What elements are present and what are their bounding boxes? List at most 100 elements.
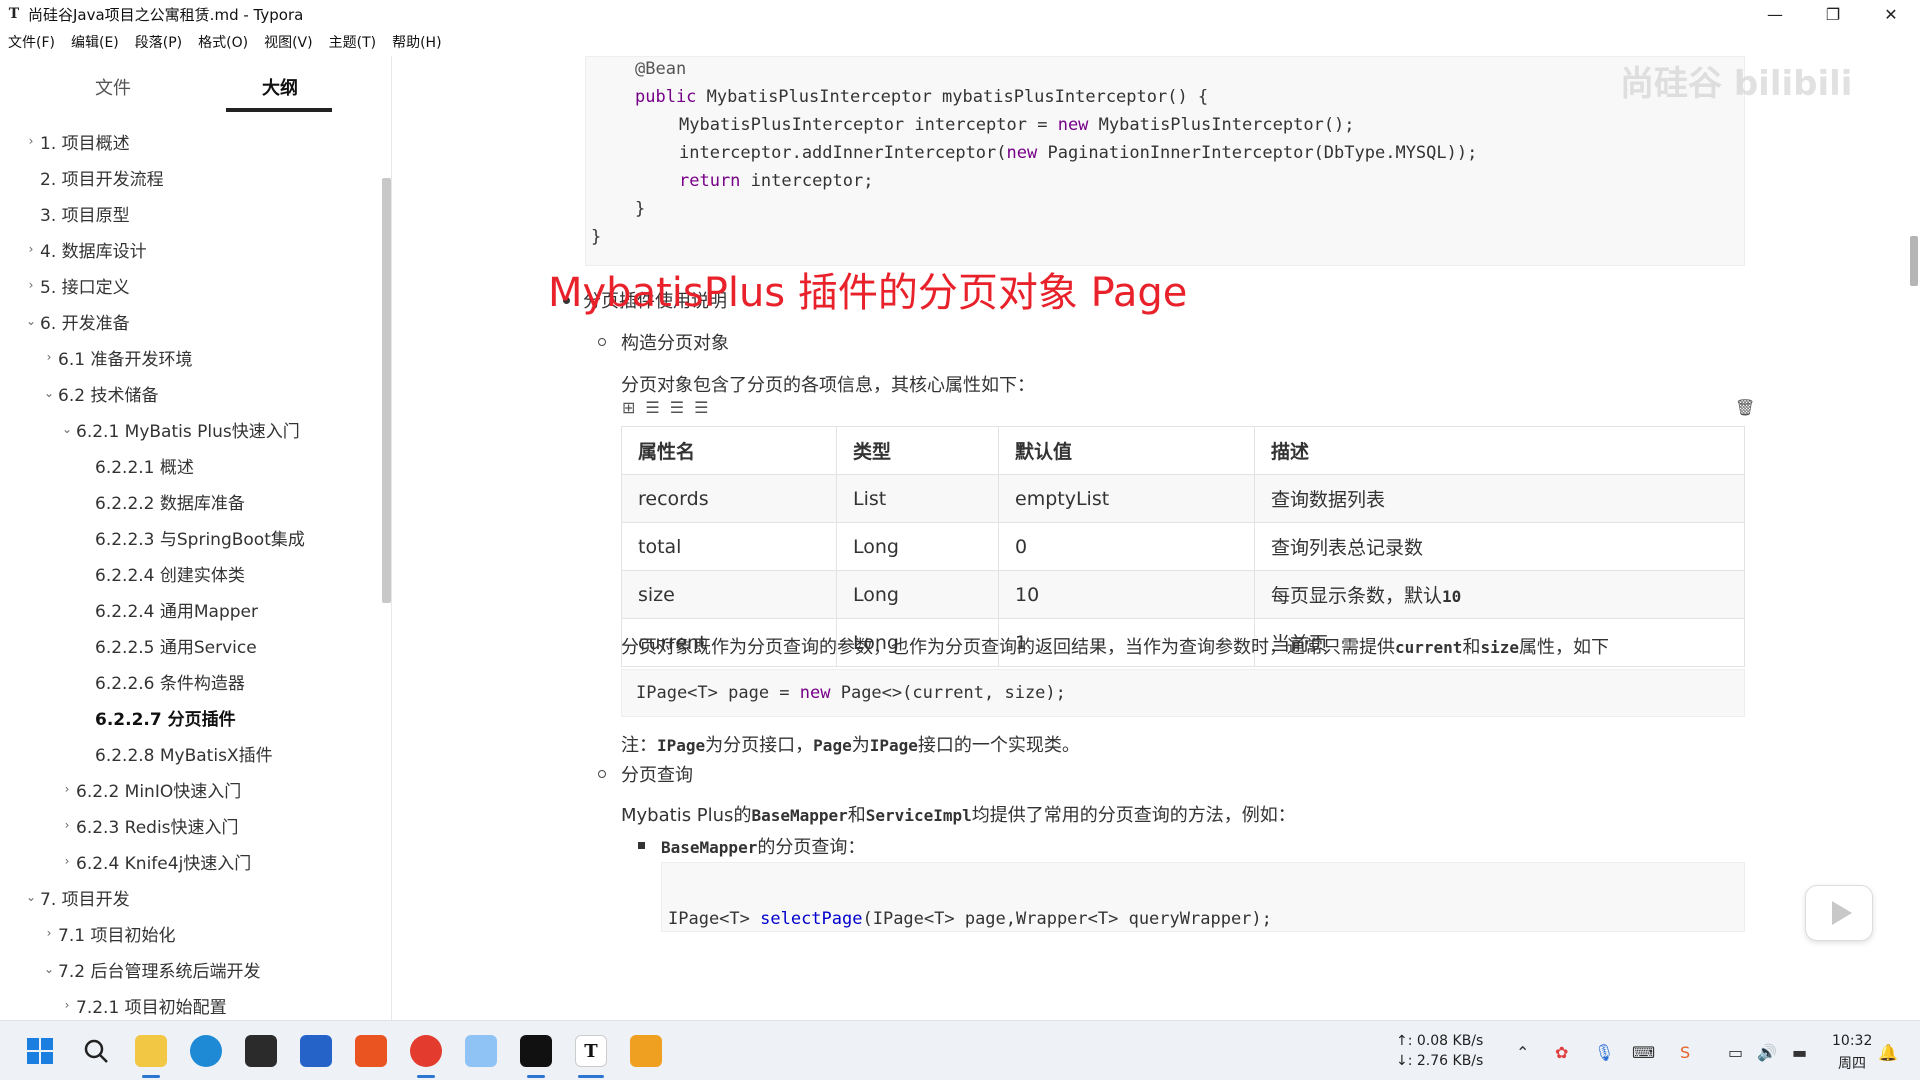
ms-store-icon[interactable] [300,1035,332,1067]
maximize-button[interactable]: ❐ [1804,0,1862,28]
outline-item[interactable]: 6.2.2.2 数据库准备 [95,486,245,516]
table-cell[interactable]: 查询列表总记录数 [1254,522,1745,571]
align-center-icon[interactable]: ☰ [670,398,684,417]
outline-item[interactable]: › 4. 数据库设计 [22,234,147,264]
menu-view[interactable]: 视图(V) [264,32,313,52]
table-cell[interactable]: Long [836,570,999,619]
volume-icon[interactable]: 🔊 [1757,1043,1777,1062]
microphone-icon[interactable]: 🎙 [1594,1043,1614,1062]
chevron-right-icon[interactable]: › [22,278,40,292]
chevron-right-icon[interactable]: › [40,350,58,364]
outline-item[interactable]: 6.2.2.5 通用Service [95,630,257,660]
outline-item[interactable]: 6.2.2.8 MyBatisX插件 [95,738,273,768]
code-block-page[interactable]: IPage<T> page = new Page<>(current, size… [621,669,1745,717]
windows-start-icon[interactable] [24,1035,56,1067]
file-explorer-icon[interactable] [135,1035,167,1067]
editor-scrollbar[interactable] [1910,236,1918,286]
chrome-icon[interactable] [410,1035,442,1067]
outline-item[interactable]: › 6.2.3 Redis快速入门 [58,810,239,840]
chevron-down-icon[interactable]: ⌄ [22,314,40,328]
align-left-icon[interactable]: ☰ [645,398,659,417]
chevron-down-icon[interactable]: ⌄ [22,890,40,904]
typora-icon[interactable]: T [575,1035,607,1067]
table-cell[interactable]: 10 [998,570,1255,619]
table-cell[interactable]: size [621,570,837,619]
table-grid-icon[interactable]: ⊞ [622,398,635,417]
outline-item[interactable]: › 7.1 项目初始化 [40,918,176,948]
outline-item[interactable]: ⌄ 7.2 后台管理系统后端开发 [40,954,260,984]
outline-item[interactable]: 6.2.2.1 概述 [95,450,194,480]
outline-item[interactable]: › 6.2.2 MinIO快速入门 [58,774,242,804]
outline-item[interactable]: 3. 项目原型 [40,198,130,228]
chevron-down-icon[interactable]: ⌄ [40,962,58,976]
chevron-right-icon[interactable]: › [58,818,76,832]
ubuntu-icon[interactable] [355,1035,387,1067]
terminal-icon[interactable] [245,1035,277,1067]
app-icon[interactable] [465,1035,497,1067]
outline-item[interactable]: 6.2.2.4 创建实体类 [95,558,245,588]
menu-help[interactable]: 帮助(H) [392,32,441,52]
table-cell[interactable]: emptyList [998,474,1255,523]
menu-format[interactable]: 格式(O) [198,32,248,52]
notification-bell-icon[interactable]: 🔔 [1878,1043,1898,1062]
search-icon[interactable] [80,1035,112,1067]
outline-item[interactable]: ⌄ 6.2 技术储备 [40,378,158,408]
table-cell[interactable]: 每页显示条数，默认10 [1254,570,1745,619]
chevron-down-icon[interactable]: ⌄ [40,386,58,400]
bullet-basemapper: BaseMapper的分页查询： [661,837,866,858]
outline-item[interactable]: ⌄ 6. 开发准备 [22,306,130,336]
chevron-right-icon[interactable]: › [22,134,40,148]
chevron-right-icon[interactable]: › [22,242,40,256]
table-cell[interactable]: Long [836,522,999,571]
outline-item[interactable]: › 6.1 准备开发环境 [40,342,193,372]
play-button[interactable] [1805,885,1873,941]
chevron-right-icon[interactable]: › [58,854,76,868]
outline-item[interactable]: ⌄ 6.2.1 MyBatis Plus快速入门 [58,414,300,444]
delete-table-icon[interactable]: 🗑 [1735,398,1755,417]
close-button[interactable]: ✕ [1862,0,1920,28]
clock-day[interactable]: 周四 [1838,1053,1866,1073]
outline-item[interactable]: › 1. 项目概述 [22,126,130,156]
outline-item[interactable]: ⌄ 7. 项目开发 [22,882,130,912]
outline-item[interactable]: 6.2.2.6 条件构造器 [95,666,245,696]
table-cell[interactable]: 查询数据列表 [1254,474,1745,523]
running-indicator [527,1075,545,1078]
outline-item[interactable]: 6.2.2.4 通用Mapper [95,594,258,624]
sogou-icon[interactable]: S [1680,1043,1690,1062]
battery-icon[interactable]: ▬ [1792,1043,1807,1062]
sidebar-scrollbar[interactable] [382,178,391,603]
outline-item[interactable]: › 5. 接口定义 [22,270,130,300]
minimize-button[interactable]: — [1746,0,1804,28]
code-block-selectpage[interactable]: IPage<T> selectPage(IPage<T> page,Wrappe… [661,862,1745,932]
outline-item-active[interactable]: 6.2.2.7 分页插件 [95,702,236,732]
menu-edit[interactable]: 编辑(E) [71,32,119,52]
chevron-right-icon[interactable]: › [58,998,76,1012]
edge-browser-icon[interactable] [190,1035,222,1067]
table-cell[interactable]: 0 [998,522,1255,571]
code-block-interceptor[interactable]: @Bean public MybatisPlusInterceptor myba… [585,56,1745,266]
page-desc-text: 分页对象包含了分页的各项信息，其核心属性如下： [621,375,1035,396]
chevron-down-icon[interactable]: ⌄ [58,422,76,436]
input-method-icon[interactable]: ⌨ [1632,1043,1655,1062]
chevron-right-icon[interactable]: › [40,926,58,940]
align-right-icon[interactable]: ☰ [694,398,708,417]
outline-item[interactable]: › 7.2.1 项目初始配置 [58,990,227,1020]
table-cell[interactable]: records [621,474,837,523]
menu-paragraph[interactable]: 段落(P) [135,32,182,52]
table-cell[interactable]: List [836,474,999,523]
table-cell[interactable]: total [621,522,837,571]
tab-files[interactable]: 文件 [95,74,131,100]
clock-time[interactable]: 10:32 [1832,1033,1872,1049]
tray-app-icon[interactable]: ✿ [1555,1043,1568,1062]
outline-item[interactable]: 2. 项目开发流程 [40,162,164,192]
network-icon[interactable]: ▭ [1728,1043,1743,1062]
tab-outline[interactable]: 大纲 [262,74,298,100]
outline-item[interactable]: › 6.2.4 Knife4j快速入门 [58,846,252,876]
outline-item[interactable]: 6.2.2.3 与SpringBoot集成 [95,522,305,552]
menu-file[interactable]: 文件(F) [8,32,55,52]
chevron-right-icon[interactable]: › [58,782,76,796]
sublime-icon[interactable] [630,1035,662,1067]
chevron-up-icon[interactable]: ⌃ [1516,1043,1529,1062]
menu-theme[interactable]: 主题(T) [329,32,376,52]
intellij-idea-icon[interactable] [520,1035,552,1067]
